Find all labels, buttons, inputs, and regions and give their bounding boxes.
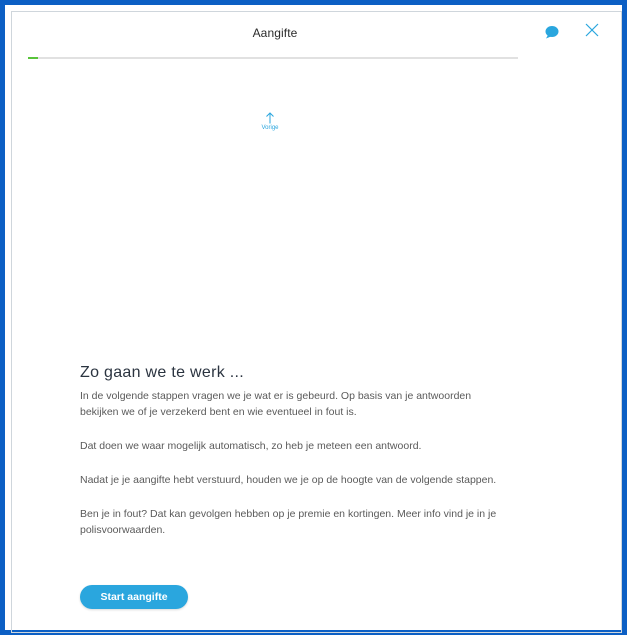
dialog-frame: Aangifte Vorige Zo gaan we te werk ... I… (0, 0, 627, 635)
intro-paragraph: Dat doen we waar mogelijk automatisch, z… (80, 440, 422, 452)
previous-step-button[interactable]: Vorige (254, 112, 286, 132)
intro-section: Zo gaan we te werk ... In de volgende st… (80, 364, 500, 556)
intro-paragraph: Nadat je je aangifte hebt verstuurd, hou… (80, 474, 497, 486)
chat-bubble-icon[interactable] (544, 25, 560, 39)
progress-bar (28, 57, 518, 59)
progress-bar-fill (28, 57, 38, 59)
previous-step-label: Vorige (261, 125, 279, 131)
arrow-up-icon (266, 112, 274, 124)
dialog-title: Aangifte (252, 26, 298, 40)
intro-heading: Zo gaan we te werk ... (80, 364, 245, 381)
intro-paragraph: Ben je in fout? Dat kan gevolgen hebben … (80, 508, 497, 536)
close-icon[interactable] (585, 23, 599, 37)
start-claim-button[interactable]: Start aangifte (80, 585, 188, 609)
intro-paragraph: In de volgende stappen vragen we je wat … (80, 390, 472, 418)
